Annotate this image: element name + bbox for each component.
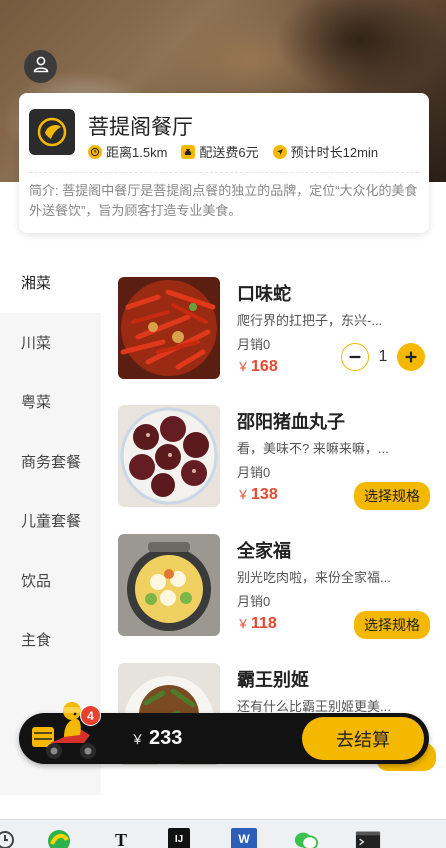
dish-description: 看，美味不? 来嘛来嘛，... [237,441,389,456]
currency-symbol: ￥ [237,360,250,374]
price-value: 168 [251,358,278,375]
distance-info: 距离1.5km [88,142,167,161]
select-spec-button[interactable]: 选择规格 [354,611,430,639]
user-profile-button[interactable] [24,50,57,83]
shop-logo [29,109,75,155]
currency-symbol: ￥ [237,617,250,631]
os-taskbar: T IJ W [0,819,446,848]
dish-price: ￥ 168 [237,358,278,376]
intellij-icon[interactable]: IJ [168,828,190,848]
navigation-icon [272,144,287,159]
money-bag-icon [181,144,196,159]
eta-info: 预计时长12min [272,142,379,161]
increase-button[interactable] [397,343,425,371]
dish-item[interactable]: 邵阳猪血丸子 看，美味不? 来嘛来嘛，... 月销0 ￥ 138 选择规格 [118,405,436,510]
quantity-value: 1 [378,348,388,365]
dish-item[interactable]: 全家福 别光吃肉啦，来份全家福... 月销0 ￥ 118 选择规格 [118,534,436,639]
category-item-drinks[interactable]: 饮品 [0,551,101,611]
currency-symbol: ￥ [131,732,145,747]
card-divider [29,172,419,173]
quantity-stepper: 1 [341,343,425,371]
category-item-xiang[interactable]: 湘菜 [0,253,101,313]
terminal-icon[interactable] [355,828,381,848]
category-label: 饮品 [21,572,52,590]
category-label: 粤菜 [21,394,52,412]
decrease-button[interactable] [341,343,369,371]
dish-monthly-sales: 月销0 [237,594,271,609]
eta-text: 预计时长12min [290,145,379,160]
app-green-icon[interactable] [46,828,72,848]
dish-monthly-sales: 月销0 [237,337,271,352]
price-value: 138 [251,486,278,503]
wechat-icon[interactable] [293,828,319,848]
dish-item[interactable]: 口味蛇 爬行界的扛把子，东兴-... 月销0 ￥ 168 1 [118,277,436,381]
user-icon [32,55,50,78]
dish-image [118,277,220,379]
dish-price: ￥ 118 [237,615,277,633]
dish-monthly-sales: 月销0 [237,465,271,480]
cart-total: ￥ 233 [131,727,182,750]
shop-info-card: 菩提阁餐厅 距离1.5km 配送费6元 预计时长12min 简介: 菩提阁中餐厅… [19,93,429,233]
plus-icon [405,347,417,367]
text-editor-icon[interactable]: T [108,828,134,848]
category-item-business-set[interactable]: 商务套餐 [0,432,101,492]
checkout-button[interactable]: 去结算 [302,717,424,760]
select-spec-button[interactable]: 选择规格 [354,482,430,510]
cart-total-amount: 233 [149,727,183,749]
category-item-kids-set[interactable]: 儿童套餐 [0,491,101,551]
distance-text: 距离1.5km [106,145,168,160]
category-item-staple[interactable]: 主食 [0,610,101,670]
category-label: 儿童套餐 [21,513,82,531]
shop-name: 菩提阁餐厅 [88,116,193,139]
delivery-fee-info: 配送费6元 [181,142,259,161]
dish-name: 口味蛇 [237,284,291,304]
clock-icon[interactable] [0,828,18,848]
dish-name: 全家福 [237,541,291,561]
dish-price: ￥ 138 [237,486,278,504]
dish-name: 邵阳猪血丸子 [237,412,345,432]
category-item-yue[interactable]: 粤菜 [0,372,101,432]
dish-description: 别光吃肉啦，来份全家福... [237,570,391,585]
shop-meta: 距离1.5km 配送费6元 预计时长12min [88,142,378,161]
word-icon[interactable]: W [231,828,257,848]
delivery-fee-text: 配送费6元 [199,145,259,160]
clock-icon [88,144,102,159]
category-label: 主食 [21,632,52,650]
category-label: 商务套餐 [21,453,82,471]
category-item-chuan[interactable]: 川菜 [0,313,101,373]
dish-name: 霸王别姬 [237,670,309,690]
shop-intro: 简介: 菩提阁中餐厅是菩提阁点餐的独立的品牌，定位“大众化的美食外送餐饮”，旨为… [29,183,418,218]
dish-description: 爬行界的扛把子，东兴-... [237,313,383,328]
price-value: 118 [251,615,277,632]
dish-image [118,534,220,636]
currency-symbol: ￥ [237,488,250,502]
dish-image [118,405,220,507]
category-label: 川菜 [21,334,52,352]
cart-count-badge: 4 [80,705,101,726]
minus-icon [349,347,361,367]
category-label: 湘菜 [21,275,52,293]
